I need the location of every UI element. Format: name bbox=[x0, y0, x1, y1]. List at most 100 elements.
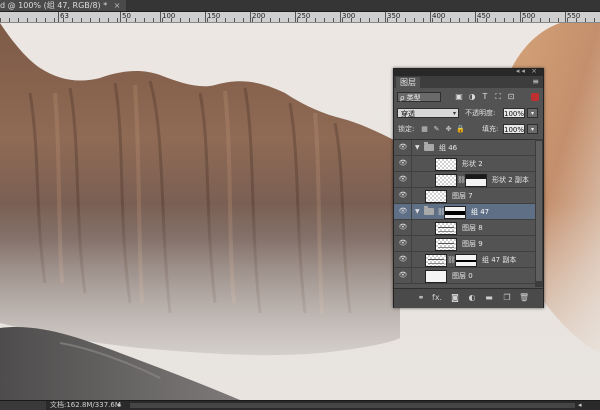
ruler-minor-tick bbox=[495, 18, 496, 22]
visibility-eye-icon[interactable]: 👁 bbox=[398, 255, 408, 264]
smart-object-filter-icon[interactable]: ⊡ bbox=[506, 92, 516, 102]
thumbnail-stroke bbox=[438, 243, 454, 248]
ruler-minor-tick bbox=[414, 18, 415, 22]
layer-mask-thumbnail[interactable] bbox=[455, 254, 477, 267]
new-layer-icon[interactable]: ❐ bbox=[502, 293, 512, 303]
layer-row[interactable]: 👁 图层 8 bbox=[394, 220, 535, 236]
visibility-eye-icon[interactable]: 👁 bbox=[398, 175, 408, 184]
layer-row[interactable]: 👁 图层 0 bbox=[394, 268, 535, 284]
filter-kind-select[interactable]: ρ 类型 bbox=[397, 92, 441, 102]
layer-mask-thumbnail[interactable] bbox=[465, 174, 487, 187]
panel-menu-icon[interactable]: ≡ bbox=[532, 77, 539, 87]
lock-all-icon[interactable]: 🔒 bbox=[456, 124, 465, 134]
visibility-eye-icon[interactable]: 👁 bbox=[398, 271, 408, 280]
fx-icon[interactable]: fx. bbox=[432, 293, 442, 303]
collapse-panel-icon[interactable]: ◂◂ × bbox=[516, 67, 539, 75]
opacity-slider-toggle-icon[interactable]: ▾ bbox=[527, 108, 538, 118]
visibility-eye-icon[interactable]: 👁 bbox=[398, 223, 408, 232]
delete-layer-icon[interactable]: 🗑 bbox=[519, 293, 529, 303]
blend-mode-select[interactable]: 穿透 ▾ bbox=[397, 108, 459, 118]
filter-toggle-icon[interactable] bbox=[531, 93, 539, 101]
tab-layers[interactable]: 图层 bbox=[396, 77, 420, 88]
ruler-label: 63 bbox=[60, 12, 69, 20]
layer-name[interactable]: 图层 0 bbox=[452, 270, 473, 282]
document-tab[interactable]: d @ 100% (组 47, RGB/8) * × bbox=[0, 0, 127, 11]
ruler-minor-tick bbox=[441, 18, 442, 22]
visibility-eye-icon[interactable]: 👁 bbox=[398, 159, 408, 168]
link-layers-icon[interactable]: ⚭ bbox=[416, 293, 426, 303]
layer-name[interactable]: 组 47 bbox=[471, 206, 489, 218]
shape-filter-icon[interactable]: ⛶ bbox=[493, 92, 503, 102]
fill-input[interactable]: 100% bbox=[503, 124, 525, 134]
layer-name[interactable]: 组 47 副本 bbox=[482, 254, 516, 266]
layer-thumbnail[interactable] bbox=[435, 222, 457, 235]
layer-name[interactable]: 组 46 bbox=[439, 142, 457, 154]
fill-slider-toggle-icon[interactable]: ▾ bbox=[527, 124, 538, 134]
visibility-eye-icon[interactable]: 👁 bbox=[398, 143, 408, 152]
thumbnail-stroke bbox=[428, 259, 444, 264]
add-mask-icon[interactable]: ◙ bbox=[450, 293, 460, 303]
mask-link-icon[interactable]: ⛓ bbox=[457, 175, 466, 185]
fill-label: 填充: bbox=[482, 125, 499, 133]
lock-transparency-icon[interactable]: ▦ bbox=[420, 124, 429, 134]
ruler-major-tick bbox=[58, 12, 59, 22]
layer-thumbnail[interactable] bbox=[435, 158, 457, 171]
mask-link-icon[interactable]: ⛓ bbox=[437, 207, 446, 217]
eye-separator bbox=[411, 140, 412, 155]
layer-list-scrollbar[interactable] bbox=[535, 139, 543, 287]
mask-link-icon[interactable]: ⛓ bbox=[447, 255, 456, 265]
visibility-eye-icon[interactable]: 👁 bbox=[398, 239, 408, 248]
layer-mask-thumbnail[interactable] bbox=[444, 206, 466, 219]
ruler-major-tick bbox=[475, 12, 476, 22]
ruler-major-tick bbox=[430, 12, 431, 22]
ruler-minor-tick bbox=[99, 18, 100, 22]
lock-position-icon[interactable]: ✥ bbox=[444, 124, 453, 134]
scrollbar-thumb[interactable] bbox=[536, 141, 542, 281]
visibility-eye-icon[interactable]: 👁 bbox=[398, 191, 408, 200]
layer-row[interactable]: 👁 形状 2 bbox=[394, 156, 535, 172]
layer-thumbnail[interactable] bbox=[425, 254, 447, 267]
layer-name[interactable]: 形状 2 副本 bbox=[492, 174, 529, 186]
ruler-minor-tick bbox=[261, 18, 262, 22]
lock-row: 锁定: ▦ ✎ ✥ 🔒 填充: 100% ▾ bbox=[394, 122, 543, 135]
blend-mode-value: 穿透 bbox=[401, 110, 415, 118]
ruler-minor-tick bbox=[594, 18, 595, 22]
layer-thumbnail[interactable] bbox=[425, 190, 447, 203]
layer-name[interactable]: 图层 8 bbox=[462, 222, 483, 234]
adjustment-filter-icon[interactable]: ◑ bbox=[467, 92, 477, 102]
layer-row[interactable]: 👁 ⛓ 形状 2 副本 bbox=[394, 172, 535, 188]
close-icon[interactable]: × bbox=[114, 0, 121, 11]
layer-row[interactable]: 👁 图层 7 bbox=[394, 188, 535, 204]
layer-name[interactable]: 图层 7 bbox=[452, 190, 473, 202]
layer-thumbnail[interactable] bbox=[435, 174, 457, 187]
ruler-label: 250 bbox=[297, 12, 311, 20]
ruler-minor-tick bbox=[378, 18, 379, 22]
layer-row[interactable]: 👁 图层 9 bbox=[394, 236, 535, 252]
new-group-icon[interactable]: ▬ bbox=[484, 293, 494, 303]
ruler-minor-tick bbox=[171, 18, 172, 22]
layer-row[interactable]: 👁 ⛓ 组 47 副本 bbox=[394, 252, 535, 268]
lock-image-icon[interactable]: ✎ bbox=[432, 124, 441, 134]
layer-name[interactable]: 图层 9 bbox=[462, 238, 483, 250]
visibility-eye-icon[interactable]: 👁 bbox=[398, 207, 408, 216]
image-filter-icon[interactable]: ▣ bbox=[454, 92, 464, 102]
expand-group-icon[interactable]: ▼ bbox=[415, 143, 422, 152]
eye-separator bbox=[411, 268, 412, 283]
adjustment-layer-icon[interactable]: ◐ bbox=[467, 293, 477, 303]
layer-thumbnail[interactable] bbox=[435, 238, 457, 251]
layer-name[interactable]: 形状 2 bbox=[462, 158, 483, 170]
layer-thumbnail[interactable] bbox=[425, 270, 447, 283]
mask-band bbox=[456, 260, 476, 262]
horizontal-scrollbar[interactable] bbox=[130, 403, 575, 408]
mask-band bbox=[466, 175, 486, 179]
horizontal-ruler[interactable]: 63 50 100 150 200 250 300 350 400 450 500 550 bbox=[0, 12, 600, 23]
type-filter-icon[interactable]: T bbox=[480, 92, 490, 102]
panel-dock-bar[interactable]: ◂◂ × bbox=[394, 67, 543, 76]
eye-separator bbox=[411, 156, 412, 171]
expand-group-icon[interactable]: ▼ bbox=[415, 207, 422, 216]
ruler-minor-tick bbox=[297, 18, 298, 22]
layer-row[interactable]: 👁 ▼ 组 46 bbox=[394, 140, 535, 156]
ruler-minor-tick bbox=[360, 18, 361, 22]
layer-row[interactable]: 👁 ▼ ⛓ 组 47 bbox=[394, 204, 535, 220]
opacity-input[interactable]: 100% bbox=[503, 108, 525, 118]
